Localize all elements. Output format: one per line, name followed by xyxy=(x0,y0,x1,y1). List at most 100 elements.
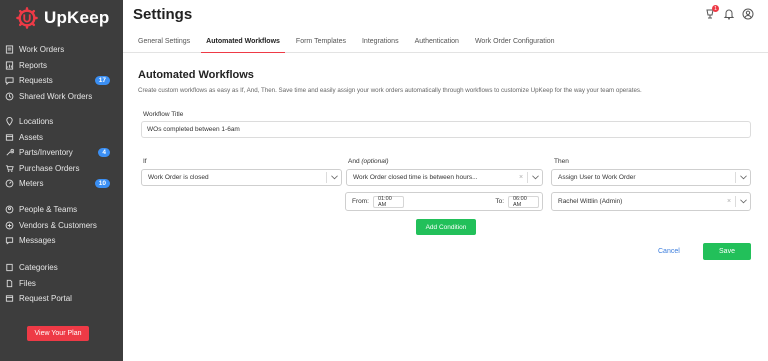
messages-icon xyxy=(5,236,14,245)
tab-work-order-configuration[interactable]: Work Order Configuration xyxy=(475,30,555,52)
sidebar-item-assets[interactable]: Assets xyxy=(0,130,123,146)
sidebar-item-parts-inventory[interactable]: Parts/Inventory 4 xyxy=(0,145,123,161)
sidebar-item-label: Messages xyxy=(19,236,56,246)
requests-icon xyxy=(5,76,14,86)
sidebar-item-label: Purchase Orders xyxy=(19,163,80,173)
then-label: Then xyxy=(554,158,569,165)
sidebar: UpKeep Work Orders Reports Requests 17 S… xyxy=(0,0,123,361)
logo-text: UpKeep xyxy=(44,8,110,27)
section-title: Automated Workflows xyxy=(138,69,254,81)
user-profile-icon[interactable] xyxy=(742,8,754,20)
files-icon xyxy=(5,279,14,288)
notification-count-badge: 1 xyxy=(712,5,719,12)
if-condition-select[interactable]: Work Order is closed xyxy=(141,169,342,186)
wrench-icon xyxy=(5,148,14,157)
if-label: If xyxy=(143,158,147,165)
save-button[interactable]: Save xyxy=(703,243,751,260)
then-action-value: Assign User to Work Order xyxy=(558,174,636,181)
assign-user-select[interactable]: Rachel Wittlin (Admin) × xyxy=(551,192,751,211)
cancel-link[interactable]: Cancel xyxy=(658,248,680,255)
sidebar-item-label: Requests xyxy=(19,76,53,86)
tab-general-settings[interactable]: General Settings xyxy=(138,30,190,52)
vendors-icon xyxy=(5,221,14,230)
assign-user-value: Rachel Wittlin (Admin) xyxy=(558,198,623,205)
chevron-down-icon[interactable] xyxy=(528,175,542,180)
sidebar-item-label: Request Portal xyxy=(19,294,72,304)
sidebar-item-categories[interactable]: Categories xyxy=(0,260,123,276)
sidebar-item-request-portal[interactable]: Request Portal xyxy=(0,291,123,307)
chevron-down-icon[interactable] xyxy=(327,175,341,180)
nav-group-work: Work Orders Reports Requests 17 Shared W… xyxy=(0,42,123,104)
nav-group-resources: Categories Files Request Portal xyxy=(0,260,123,307)
settings-tabs: General Settings Automated Workflows For… xyxy=(123,30,768,53)
then-action-select[interactable]: Assign User to Work Order xyxy=(551,169,751,186)
workflow-title-input[interactable] xyxy=(141,121,751,138)
sidebar-item-label: Assets xyxy=(19,132,44,142)
and-condition-value: Work Order closed time is between hours.… xyxy=(353,174,478,181)
tab-form-templates[interactable]: Form Templates xyxy=(296,30,346,52)
sidebar-item-label: Parts/Inventory xyxy=(19,148,73,158)
section-description: Create custom workflows as easy as If, A… xyxy=(138,87,642,94)
meters-count-badge: 10 xyxy=(94,179,110,189)
meter-icon xyxy=(5,179,14,188)
tab-authentication[interactable]: Authentication xyxy=(415,30,459,52)
view-your-plan-button[interactable]: View Your Plan xyxy=(27,326,89,341)
sidebar-item-label: Locations xyxy=(19,117,54,127)
workflow-title-label: Workflow Title xyxy=(143,111,184,118)
sidebar-item-messages[interactable]: Messages xyxy=(0,233,123,249)
header-icons: 1 xyxy=(704,5,754,20)
nav-group-assets: Locations Assets Parts/Inventory 4 Purch… xyxy=(0,114,123,192)
sidebar-item-requests[interactable]: Requests 17 xyxy=(0,73,123,89)
and-condition-select[interactable]: Work Order closed time is between hours.… xyxy=(346,169,543,186)
to-time-input[interactable]: 06:00 AM xyxy=(508,195,539,208)
and-label: And (optional) xyxy=(348,158,389,165)
requests-count-badge: 17 xyxy=(94,76,110,86)
reports-icon xyxy=(5,61,14,70)
add-condition-button[interactable]: Add Condition xyxy=(416,219,476,235)
and-optional-text: (optional) xyxy=(361,158,389,165)
time-range-row: From: 01:00 AM To: 06:00 AM xyxy=(345,192,543,211)
clear-icon[interactable]: × xyxy=(723,198,735,205)
nav-group-people: People & Teams Vendors & Customers Messa… xyxy=(0,202,123,249)
gift-icon[interactable]: 1 xyxy=(704,5,719,20)
sidebar-item-label: Shared Work Orders xyxy=(19,91,93,101)
upkeep-gear-logo-icon xyxy=(16,7,38,29)
sidebar-item-label: Work Orders xyxy=(19,45,65,55)
and-label-text: And xyxy=(348,158,360,165)
sidebar-item-work-orders[interactable]: Work Orders xyxy=(0,42,123,58)
tab-automated-workflows[interactable]: Automated Workflows xyxy=(201,30,285,53)
parts-count-badge: 4 xyxy=(98,148,110,158)
tab-integrations[interactable]: Integrations xyxy=(362,30,399,52)
shared-work-orders-icon xyxy=(5,92,14,101)
sidebar-item-label: Reports xyxy=(19,60,48,70)
sidebar-item-label: Files xyxy=(19,278,36,288)
to-label: To: xyxy=(495,198,504,205)
sidebar-item-label: Vendors & Customers xyxy=(19,220,97,230)
page-title: Settings xyxy=(133,6,193,23)
sidebar-item-meters[interactable]: Meters 10 xyxy=(0,176,123,192)
clear-icon[interactable]: × xyxy=(515,174,527,181)
if-condition-value: Work Order is closed xyxy=(148,174,209,181)
categories-icon xyxy=(5,263,14,272)
sidebar-item-label: Meters xyxy=(19,179,44,189)
people-icon xyxy=(5,205,14,214)
work-orders-icon xyxy=(5,45,14,54)
sidebar-item-label: Categories xyxy=(19,263,58,273)
from-time-input[interactable]: 01:00 AM xyxy=(372,195,404,208)
chevron-down-icon[interactable] xyxy=(736,175,750,180)
sidebar-item-vendors-customers[interactable]: Vendors & Customers xyxy=(0,218,123,234)
sidebar-item-people-teams[interactable]: People & Teams xyxy=(0,202,123,218)
chevron-down-icon[interactable] xyxy=(736,199,750,204)
sidebar-item-label: People & Teams xyxy=(19,205,78,215)
sidebar-item-files[interactable]: Files xyxy=(0,276,123,292)
purchase-orders-icon xyxy=(5,164,14,173)
logo[interactable]: UpKeep xyxy=(16,7,109,29)
sidebar-item-shared-work-orders[interactable]: Shared Work Orders xyxy=(0,89,123,105)
location-pin-icon xyxy=(5,117,14,127)
bell-icon[interactable] xyxy=(723,8,735,20)
sidebar-item-reports[interactable]: Reports xyxy=(0,58,123,74)
request-portal-icon xyxy=(5,294,14,303)
assets-icon xyxy=(5,133,14,142)
sidebar-item-locations[interactable]: Locations xyxy=(0,114,123,130)
sidebar-item-purchase-orders[interactable]: Purchase Orders xyxy=(0,161,123,177)
